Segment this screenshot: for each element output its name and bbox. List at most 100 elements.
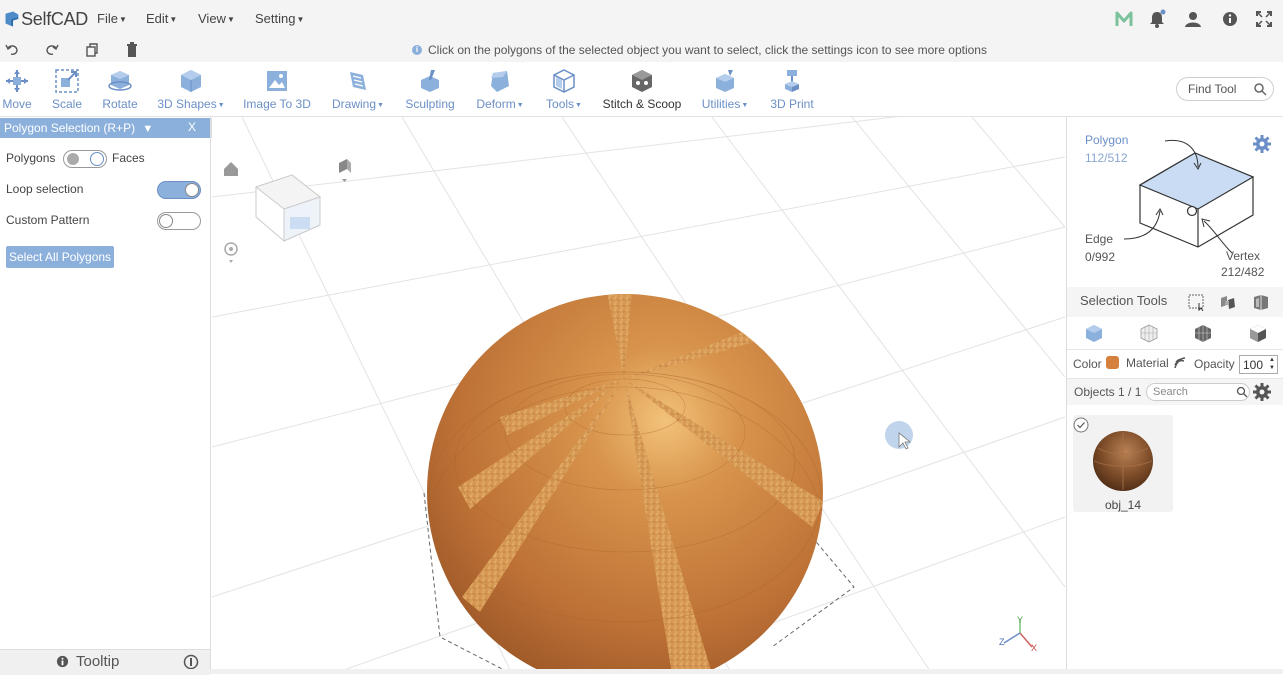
polygons-faces-toggle[interactable] [63, 150, 107, 168]
fullscreen-icon[interactable] [1254, 9, 1274, 29]
app-name: SelfCAD [21, 8, 88, 29]
cube-icon [181, 70, 201, 92]
home-view-icon[interactable] [224, 162, 238, 176]
3d-viewport[interactable]: Y X Z [212, 117, 1065, 674]
selection-tools-label: Selection Tools [1080, 293, 1168, 308]
view-cube[interactable] [254, 174, 322, 242]
move-icon [6, 70, 28, 92]
deform-icon [491, 71, 509, 92]
app-logo[interactable]: SelfCAD [4, 6, 88, 32]
tools-icon [553, 69, 575, 93]
object-thumbnail [1093, 431, 1153, 491]
tooltip-label: Tooltip [76, 653, 120, 670]
printer-icon [785, 70, 799, 92]
appearance-row: Color Material Opacity 100 ▲ ▼ [1067, 350, 1283, 379]
edge-count: 0/992 [1085, 250, 1116, 264]
redo-icon[interactable] [44, 42, 60, 58]
tooltip-toggle-icon[interactable] [183, 654, 199, 670]
panel-title: Polygon Selection (R+P) [4, 121, 136, 135]
material-icon[interactable] [1173, 356, 1187, 370]
select-cubes-icon[interactable] [1219, 293, 1237, 311]
menu-view[interactable]: View▼ [198, 11, 235, 26]
tool-sculpting[interactable]: Sculpting [404, 62, 456, 116]
tool-scale[interactable]: Scale [50, 62, 84, 116]
rotate-icon [108, 71, 132, 91]
menu-file[interactable]: File▼ [97, 11, 127, 26]
axis-z-label: Z [999, 637, 1005, 647]
tool-deform[interactable]: Deform▼ [474, 62, 526, 116]
custom-pattern-toggle[interactable] [157, 212, 201, 230]
selection-mode-icons [1067, 317, 1283, 350]
tool-move[interactable]: Move [0, 62, 34, 116]
object-name: obj_14 [1104, 498, 1142, 512]
loop-selection-toggle[interactable] [157, 181, 201, 199]
solid-mode-icon[interactable] [1248, 323, 1268, 343]
opacity-label: Opacity [1194, 357, 1235, 371]
tool-tools[interactable]: Tools▼ [544, 62, 584, 116]
custom-pattern-label: Custom Pattern [6, 213, 90, 227]
select-all-polygons-button[interactable]: Select All Polygons [6, 246, 115, 268]
opacity-stepper[interactable]: 100 ▲ ▼ [1239, 355, 1278, 374]
object-card[interactable]: obj_14 [1073, 415, 1173, 512]
panel-dropdown-icon[interactable]: ▼ [142, 123, 153, 135]
mesh-mode-icon[interactable] [1193, 323, 1213, 343]
select-faces-icon[interactable] [1252, 293, 1270, 311]
mode-polygons-label: Polygons [6, 151, 56, 165]
selection-tools-row: Selection Tools [1067, 287, 1283, 317]
color-swatch[interactable] [1106, 356, 1119, 369]
tool-utilities[interactable]: Utilities▼ [700, 62, 750, 116]
selection-mode-diagram[interactable] [1120, 135, 1260, 255]
stitch-icon [632, 70, 652, 92]
axis-y-label: Y [1017, 615, 1024, 625]
m-logo-icon[interactable] [1114, 9, 1134, 29]
tool-stitch-scoop[interactable]: Stitch & Scoop [602, 62, 682, 116]
left-panel [0, 117, 211, 674]
menu-bar [0, 0, 1283, 38]
tool-3d-print[interactable]: 3D Print [768, 62, 816, 116]
selfcad-logo-icon [5, 11, 19, 27]
tool-rotate[interactable]: Rotate [100, 62, 140, 116]
hint-text: i Click on the polygons of the selected … [412, 43, 987, 57]
utilities-icon [716, 70, 734, 92]
edge-mode-label[interactable]: Edge [1085, 232, 1113, 246]
menu-edit[interactable]: Edit▼ [146, 11, 177, 26]
objects-settings-gear-icon[interactable] [1252, 382, 1272, 402]
axis-x-label: X [1031, 643, 1038, 653]
tool-drawing[interactable]: Drawing▼ [330, 62, 386, 116]
bottom-status-strip [0, 669, 1283, 674]
tool-image-to-3d[interactable]: Image To 3D [242, 62, 312, 116]
vertex-count: 212/482 [1221, 265, 1265, 279]
search-icon [1254, 83, 1267, 96]
box-select-icon[interactable] [1188, 293, 1206, 311]
scene-canvas[interactable] [212, 117, 1065, 674]
tool-3d-shapes[interactable]: 3D Shapes▼ [157, 62, 225, 116]
orbit-icon[interactable] [224, 242, 238, 263]
objects-search-icon [1236, 386, 1248, 398]
trash-icon[interactable] [124, 42, 140, 58]
sphere-object[interactable] [425, 292, 825, 674]
copy-icon[interactable] [84, 42, 100, 58]
user-icon[interactable] [1183, 9, 1203, 29]
mode-faces-label: Faces [112, 151, 145, 165]
wireframe-mode-icon[interactable] [1139, 323, 1159, 343]
object-check-icon[interactable] [1073, 417, 1089, 433]
vertex-mode-label[interactable]: Vertex [1226, 249, 1260, 263]
panel-close-button[interactable]: X [188, 120, 196, 134]
drawing-icon [350, 72, 366, 90]
sculpting-icon [421, 70, 439, 92]
material-label[interactable]: Material [1126, 356, 1169, 370]
objects-count-label: Objects 1 / 1 [1074, 385, 1142, 399]
notification-bell-icon[interactable] [1147, 9, 1167, 29]
objects-search-input[interactable]: Search [1146, 383, 1250, 401]
undo-icon[interactable] [4, 42, 20, 58]
polygon-selection-header: Polygon Selection (R+P) ▼ X [0, 118, 210, 138]
loop-selection-label: Loop selection [6, 182, 84, 196]
tooltip-info-icon [56, 655, 69, 668]
object-mode-icon[interactable] [1084, 323, 1104, 343]
image-icon [267, 71, 287, 91]
info-icon[interactable] [1220, 9, 1240, 29]
scale-icon [55, 69, 79, 93]
menu-setting[interactable]: Setting▼ [255, 11, 304, 26]
perspective-icon[interactable] [339, 159, 351, 182]
find-tool-input[interactable]: Find Tool [1176, 77, 1274, 101]
